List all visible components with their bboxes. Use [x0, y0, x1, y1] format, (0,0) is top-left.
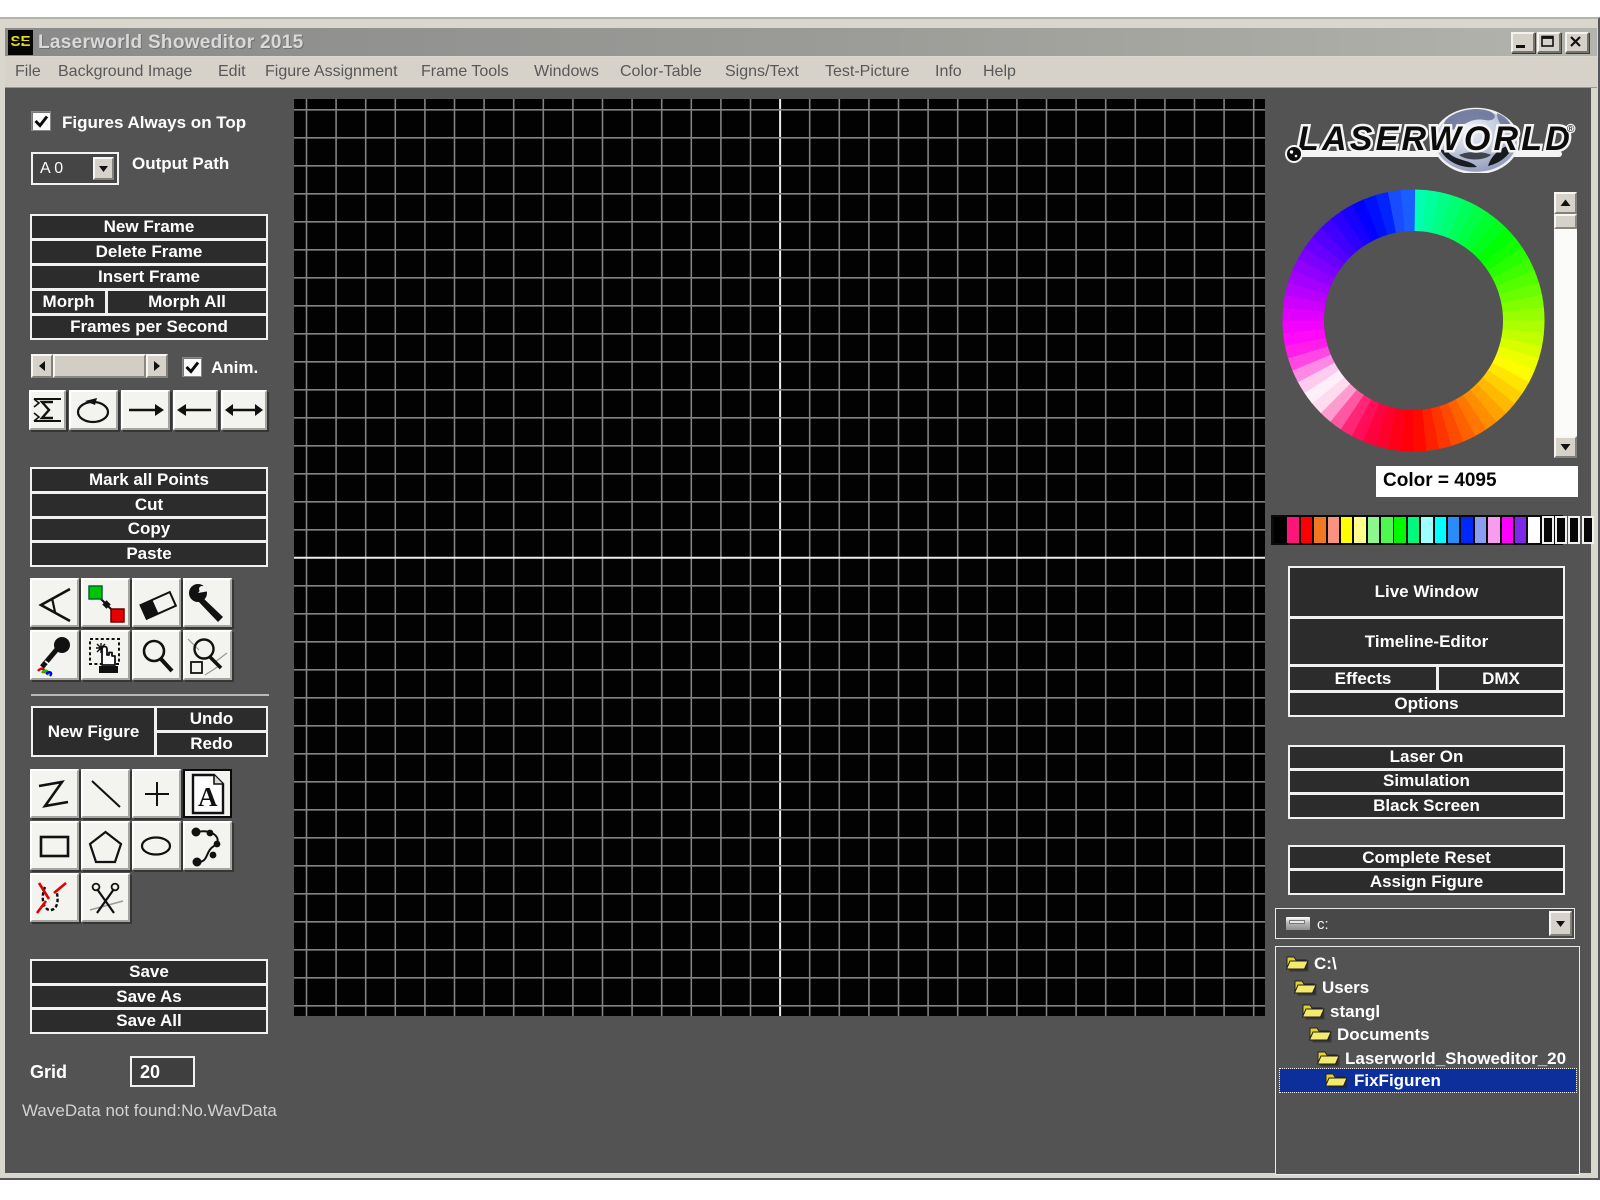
svg-text:LASERWORLD: LASERWORLD: [1298, 120, 1573, 158]
svg-text:A: A: [198, 782, 218, 812]
svg-text:®: ®: [1567, 124, 1575, 135]
